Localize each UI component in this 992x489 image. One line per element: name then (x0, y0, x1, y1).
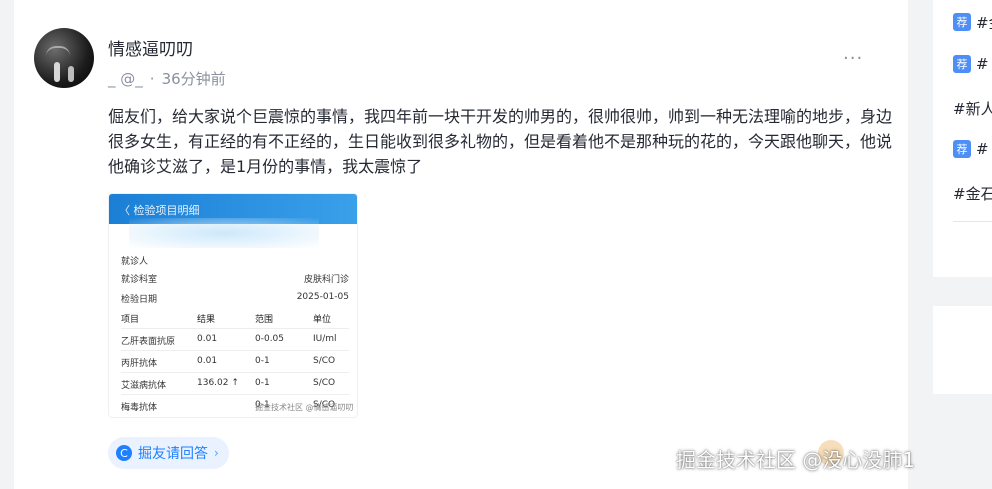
sidebar-topics: 荐#金 荐# #新人 荐# #金石 (933, 0, 992, 277)
sidebar-topic-item[interactable]: #新人 (953, 98, 992, 118)
sidebar-panel (933, 306, 992, 394)
post-meta: _ @_ · 36分钟前 (108, 70, 226, 88)
site-watermark: 掘金技术社区 @没心没肺1 (676, 448, 916, 472)
sidebar-topic-item[interactable]: #金石 (953, 183, 992, 203)
post-content: 倔友们，给大家说个巨震惊的事情，我四年前一块干开发的帅男的，很帅很帅，帅到一种无… (108, 107, 893, 176)
patient-label: 就诊人 (121, 257, 149, 267)
dept-value: 皮肤科门诊 (303, 275, 349, 285)
table-header: 项目 结果 范围 单位 (121, 315, 332, 325)
table-row: 丙肝抗体 0.01 0-1 S/CO (121, 356, 336, 369)
avatar[interactable] (34, 28, 94, 88)
answer-icon: C (116, 445, 132, 461)
answer-button[interactable]: C 掘友请回答 › (108, 437, 229, 469)
sidebar-topic-item[interactable]: 荐 # (953, 54, 989, 74)
answer-button-label: 掘友请回答 (138, 446, 208, 462)
more-options-icon[interactable]: ··· (843, 48, 863, 69)
table-row: 艾滋病抗体 136.02 ↑ 0-1 S/CO (121, 378, 336, 391)
recommend-icon: 荐 (953, 13, 971, 31)
sidebar-topic-item[interactable]: 荐#金 (953, 12, 992, 32)
recommend-icon: 荐 (953, 55, 971, 73)
date-value: 2025-01-05 (296, 292, 349, 302)
chevron-right-icon: › (214, 446, 219, 460)
user-handle[interactable]: _ @_ (108, 70, 143, 88)
divider (953, 221, 992, 222)
sidebar-topic-item[interactable]: 荐 # (953, 139, 989, 159)
table-row: 乙肝表面抗原 0.01 0-0.05 IU/ml (121, 334, 337, 347)
username[interactable]: 情感逼叨叨 (108, 35, 193, 60)
image-watermark: 掘金技术社区 @情感逼叨叨 (255, 403, 354, 412)
post-time: 36分钟前 (161, 70, 226, 88)
post-image[interactable]: 〈 检验项目明细 就诊人 就诊科室 皮肤科门诊 检验日期 2025-01-05 项目… (108, 193, 358, 418)
date-label: 检验日期 (121, 295, 158, 305)
dept-label: 就诊科室 (121, 275, 158, 285)
recommend-icon: 荐 (953, 140, 971, 158)
